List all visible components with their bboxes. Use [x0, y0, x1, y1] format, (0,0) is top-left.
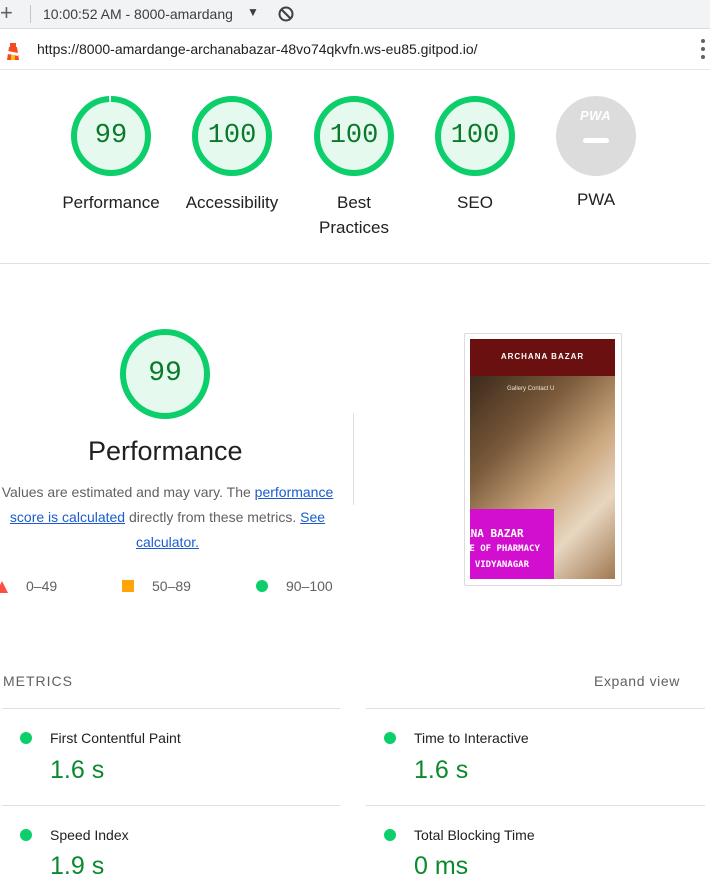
metrics-heading: METRICS [3, 673, 73, 689]
metric-divider [366, 805, 705, 806]
pwa-dash-icon [583, 138, 609, 143]
metric-value: 0 ms [414, 852, 469, 880]
category-description: Values are estimated and may vary. The p… [1, 484, 334, 550]
score-gauge-performance[interactable]: 99 Performance [62, 96, 160, 212]
category-title: Performance [88, 436, 243, 466]
pass-circle-icon [384, 732, 396, 744]
screenshot-banner: ANA BAZAR TE OF PHARMACY E VIDYANAGAR [470, 509, 554, 579]
metric-value: 1.6 s [50, 756, 105, 784]
screenshot-nav: Gallery Contact U [507, 386, 555, 392]
score-label: PWA [576, 190, 616, 209]
score-value: 100 [450, 121, 500, 151]
metric-divider [366, 708, 705, 709]
score-label: SEO [457, 193, 493, 212]
add-report-icon[interactable]: + [0, 2, 13, 24]
report-session-select[interactable]: 10:00:52 AM - 8000-amardang [43, 6, 233, 22]
expand-view-toggle[interactable]: Expand view [594, 673, 680, 689]
score-value: 100 [329, 121, 379, 151]
score-gauge-best-practices[interactable]: 100 Best Practices [314, 96, 394, 237]
metric-value: 1.6 s [414, 756, 469, 784]
screenshot-brand: ARCHANA BAZAR [500, 352, 585, 361]
lighthouse-logo-icon [4, 41, 22, 66]
score-value: 100 [207, 121, 257, 151]
banner-line: E VIDYANAGAR [470, 560, 530, 570]
section-divider [0, 263, 710, 264]
score-value: 99 [148, 358, 182, 389]
metric-divider [2, 805, 340, 806]
pass-circle-icon [384, 829, 396, 841]
legend-pass: 90–100 [286, 578, 333, 594]
pwa-badge-icon: PWA [580, 108, 612, 123]
screenshot-image: ARCHANA BAZAR Gallery Contact U ANA BAZA… [470, 339, 615, 579]
report-url[interactable]: https://8000-amardange-archanabazar-48vo… [37, 41, 478, 57]
pass-circle-icon [20, 732, 32, 744]
clear-icon[interactable] [277, 5, 295, 28]
metric-value: 1.9 s [50, 852, 105, 880]
more-options-icon[interactable] [701, 39, 707, 63]
vertical-divider [353, 413, 354, 505]
metric-label: Total Blocking Time [414, 827, 535, 843]
banner-line: ANA BAZAR [470, 527, 524, 540]
performance-gauge-large: 99 [120, 329, 210, 419]
metric-label: Time to Interactive [414, 730, 529, 746]
score-label: Performance [62, 193, 160, 212]
average-square-icon [122, 580, 134, 592]
legend-average: 50–89 [152, 578, 191, 594]
score-label: Accessibility [185, 193, 279, 212]
pass-circle-icon [20, 829, 32, 841]
metric-label: Speed Index [50, 827, 129, 843]
score-value: 99 [94, 121, 128, 151]
metric-label: First Contentful Paint [50, 730, 181, 746]
score-gauge-seo[interactable]: 100 SEO [435, 96, 515, 212]
dropdown-caret-icon[interactable]: ▼ [247, 5, 259, 19]
toolbar-divider [30, 5, 31, 23]
score-gauge-accessibility[interactable]: 100 Accessibility [186, 96, 278, 212]
banner-line: TE OF PHARMACY [470, 544, 540, 554]
metric-divider [2, 708, 340, 709]
score-label: Best Practices [319, 193, 389, 237]
fail-triangle-icon [0, 580, 8, 598]
legend-fail: 0–49 [26, 578, 58, 594]
pass-circle-icon [256, 580, 268, 592]
